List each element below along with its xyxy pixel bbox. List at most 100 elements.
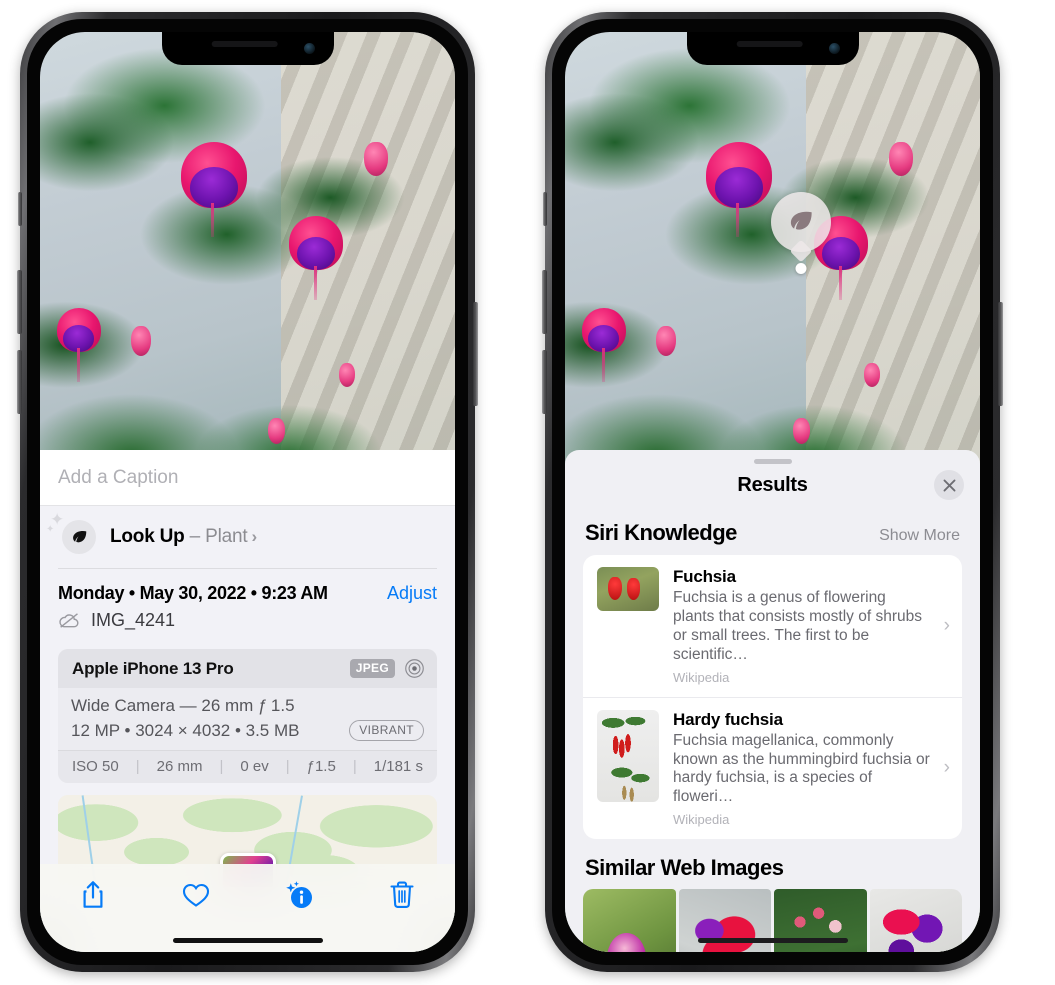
leaf-icon [790, 211, 812, 230]
front-camera [828, 43, 840, 54]
web-image-1[interactable] [583, 889, 676, 952]
share-button[interactable] [74, 876, 112, 914]
exif-separator: | [285, 758, 290, 775]
datetime-block: Monday • May 30, 2022 • 9:23 AM Adjust I… [40, 569, 455, 641]
exif-focal-length: 26 mm [156, 758, 203, 775]
photo-flower [56, 308, 101, 383]
knowledge-result-row[interactable]: Hardy fuchsia Fuchsia magellanica, commo… [583, 696, 962, 840]
knowledge-result-row[interactable]: Fuchsia Fuchsia is a genus of flowering … [583, 555, 962, 697]
photo-flower [289, 216, 343, 300]
device-notch [161, 32, 334, 65]
camera-specs-line: 12 MP • 3024 × 4032 • 3.5 MB [71, 720, 300, 740]
side-power-button[interactable] [473, 302, 478, 406]
volume-down-button[interactable] [17, 350, 22, 414]
photo-bud [363, 142, 388, 177]
home-indicator[interactable] [697, 938, 848, 943]
device-notch [686, 32, 859, 65]
siri-knowledge-card: Fuchsia Fuchsia is a genus of flowering … [583, 555, 962, 840]
siri-knowledge-title: Siri Knowledge [585, 520, 737, 545]
look-up-label: Look Up [110, 526, 185, 547]
chevron-right-icon: › [251, 527, 257, 546]
device-bezel: Results Siri Knowledge Show More Fuchsia… [552, 19, 993, 965]
badge-anchor-dot [795, 263, 807, 274]
front-camera [303, 43, 315, 54]
silent-switch[interactable] [543, 192, 547, 226]
home-indicator[interactable] [172, 938, 323, 943]
photo-bud [863, 363, 880, 388]
camera-header: Apple iPhone 13 Pro JPEG [58, 649, 437, 688]
camera-info-card: Apple iPhone 13 Pro JPEG Wide Camera — 2… [58, 649, 437, 783]
results-sheet: Results Siri Knowledge Show More Fuchsia… [565, 450, 980, 952]
close-button[interactable] [934, 470, 964, 500]
similar-web-images-header: Similar Web Images [565, 839, 980, 889]
volume-down-button[interactable] [542, 350, 547, 414]
look-up-dash: – [184, 526, 206, 547]
info-button[interactable] [280, 876, 318, 914]
result-description: Fuchsia is a genus of flowering plants t… [673, 589, 922, 663]
file-line: IMG_4241 [58, 610, 437, 631]
similar-web-images-title: Similar Web Images [585, 855, 784, 881]
exif-shutter-speed: 1/181 s [373, 758, 423, 775]
result-title: Fuchsia [673, 567, 736, 586]
caption-row[interactable]: Add a Caption [40, 450, 455, 506]
format-badge: JPEG [349, 659, 395, 678]
exif-row: ISO 50 | 26 mm | 0 ev | ƒ1.5 | 1/181 s [58, 750, 437, 783]
info-sparkle-icon [286, 881, 312, 908]
exif-iso: ISO 50 [72, 758, 119, 775]
share-icon [83, 881, 103, 908]
siri-knowledge-header: Siri Knowledge Show More [565, 506, 980, 555]
photo-flower [581, 308, 626, 383]
exif-separator: | [135, 758, 140, 775]
caption-input[interactable]: Add a Caption [58, 467, 178, 489]
delete-button[interactable] [383, 876, 421, 914]
cloud-slash-icon [59, 613, 79, 628]
look-up-label-group: Look Up – Plant › [110, 526, 257, 548]
sparkle-icon-small: ✦ [46, 524, 55, 535]
aperture-icon [405, 659, 424, 678]
side-power-button[interactable] [998, 302, 1003, 406]
heart-icon [182, 883, 210, 907]
chevron-right-icon: › [943, 614, 950, 636]
camera-body: Wide Camera — 26 mm ƒ 1.5 12 MP • 3024 ×… [58, 688, 437, 750]
exif-exposure-value: 0 ev [240, 758, 269, 775]
camera-model: Apple iPhone 13 Pro [72, 658, 234, 678]
adjust-button[interactable]: Adjust [387, 583, 437, 604]
screenshot-stage: Add a Caption ✦ ✦ Look Up – Plant › Mond… [0, 0, 1055, 985]
web-image-4[interactable] [869, 889, 962, 952]
file-name: IMG_4241 [91, 610, 176, 630]
earpiece-speaker [736, 41, 803, 47]
trash-icon [390, 881, 414, 908]
earpiece-speaker [211, 41, 278, 47]
exif-separator: | [352, 758, 357, 775]
exif-separator: | [219, 758, 224, 775]
visual-look-up-badge[interactable] [771, 192, 831, 274]
iphone-right-screen: Results Siri Knowledge Show More Fuchsia… [565, 32, 980, 952]
leaf-icon [72, 530, 86, 542]
close-icon [943, 479, 955, 491]
result-source: Wikipedia [673, 669, 730, 685]
exif-aperture: ƒ1.5 [306, 758, 336, 775]
device-bezel: Add a Caption ✦ ✦ Look Up – Plant › Mond… [27, 19, 468, 965]
leaf-icon-container: ✦ ✦ [46, 511, 96, 554]
results-title: Results [737, 473, 808, 496]
look-up-subject: Plant [205, 526, 248, 547]
iphone-left-screen: Add a Caption ✦ ✦ Look Up – Plant › Mond… [40, 32, 455, 952]
photo-datetime: Monday • May 30, 2022 • 9:23 AM [58, 583, 328, 603]
favorite-button[interactable] [177, 876, 215, 914]
iphone-left-device: Add a Caption ✦ ✦ Look Up – Plant › Mond… [17, 12, 478, 972]
volume-up-button[interactable] [17, 270, 22, 334]
look-up-row[interactable]: ✦ ✦ Look Up – Plant › [40, 506, 455, 568]
photo-flower [181, 142, 248, 238]
photo-bud [888, 142, 913, 177]
result-title: Hardy fuchsia [673, 709, 783, 729]
fuchsia-thumbnail [597, 567, 659, 611]
show-more-button[interactable]: Show More [879, 527, 960, 545]
results-header: Results [565, 464, 980, 506]
hardy-fuchsia-thumbnail [597, 709, 659, 802]
result-description: Fuchsia magellanica, commonly known as t… [673, 731, 930, 806]
photo-bud [338, 363, 355, 388]
silent-switch[interactable] [18, 192, 22, 226]
camera-lens-line: Wide Camera — 26 mm ƒ 1.5 [71, 696, 295, 715]
iphone-right-device: Results Siri Knowledge Show More Fuchsia… [542, 12, 1003, 972]
volume-up-button[interactable] [542, 270, 547, 334]
